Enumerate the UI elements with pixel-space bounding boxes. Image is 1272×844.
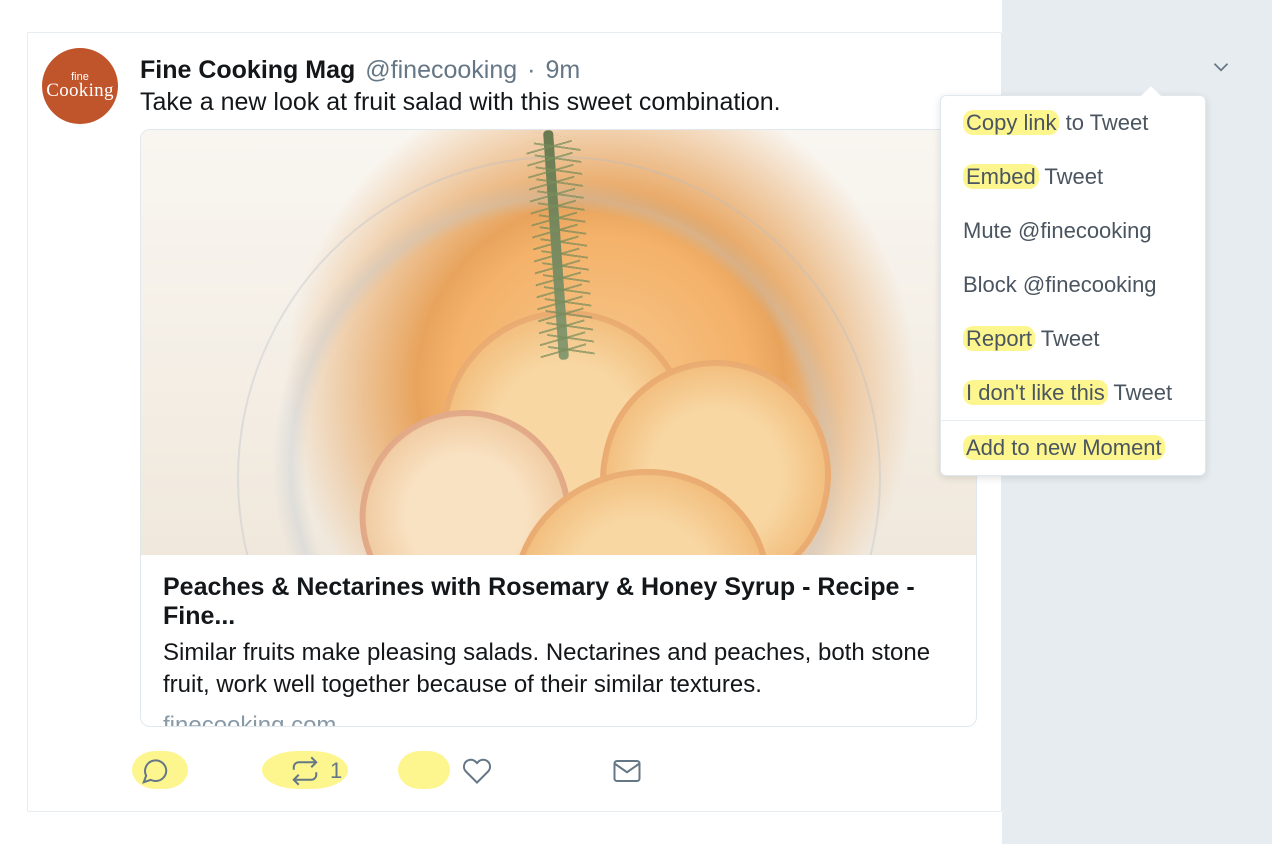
menu-embed[interactable]: Embed Tweet — [941, 150, 1205, 204]
display-name[interactable]: Fine Cooking Mag — [140, 56, 355, 85]
highlight-text: Copy link — [963, 110, 1059, 135]
menu-mute[interactable]: Mute @finecooking — [941, 204, 1205, 258]
retweet-count: 1 — [330, 758, 342, 784]
link-card[interactable]: Peaches & Nectarines with Rosemary & Hon… — [140, 129, 977, 727]
tweet-text: Take a new look at fruit salad with this… — [140, 88, 781, 117]
reply-icon — [140, 756, 170, 786]
card-body: Peaches & Nectarines with Rosemary & Hon… — [141, 555, 976, 727]
menu-report[interactable]: Report Tweet — [941, 312, 1205, 366]
envelope-icon — [612, 756, 642, 786]
tweet-dropdown-menu: Copy link to Tweet Embed Tweet Mute @fin… — [940, 95, 1206, 476]
handle[interactable]: @finecooking — [365, 56, 517, 85]
avatar[interactable]: fine Cooking — [42, 48, 118, 124]
highlight-text: Embed — [963, 164, 1039, 189]
menu-block[interactable]: Block @finecooking — [941, 258, 1205, 312]
message-button[interactable] — [612, 756, 642, 786]
reply-button[interactable] — [140, 756, 170, 786]
tweet-header: Fine Cooking Mag @finecooking · 9m — [140, 54, 580, 86]
highlight-text: Add to new Moment — [963, 435, 1165, 460]
tweet-screenshot: fine Cooking Fine Cooking Mag @finecooki… — [0, 0, 1272, 844]
menu-copy-link[interactable]: Copy link to Tweet — [941, 96, 1205, 150]
avatar-text-large: Cooking — [46, 81, 114, 100]
chevron-down-icon — [1208, 54, 1234, 80]
tweet-actions: 1 — [140, 756, 642, 786]
retweet-button[interactable]: 1 — [290, 756, 342, 786]
menu-add-moment[interactable]: Add to new Moment — [941, 421, 1205, 475]
separator: · — [527, 56, 535, 85]
timestamp[interactable]: 9m — [545, 56, 580, 85]
card-image — [141, 130, 976, 555]
retweet-icon — [290, 756, 320, 786]
menu-dont-like[interactable]: I don't like this Tweet — [941, 366, 1205, 420]
highlight-text: Report — [963, 326, 1035, 351]
like-button[interactable] — [462, 756, 492, 786]
heart-icon — [462, 756, 492, 786]
card-description: Similar fruits make pleasing salads. Nec… — [163, 637, 954, 702]
tweet-menu-caret[interactable] — [1208, 54, 1234, 80]
card-domain: finecooking.com — [163, 712, 954, 727]
card-title: Peaches & Nectarines with Rosemary & Hon… — [163, 573, 954, 631]
highlight-text: I don't like this — [963, 380, 1108, 405]
